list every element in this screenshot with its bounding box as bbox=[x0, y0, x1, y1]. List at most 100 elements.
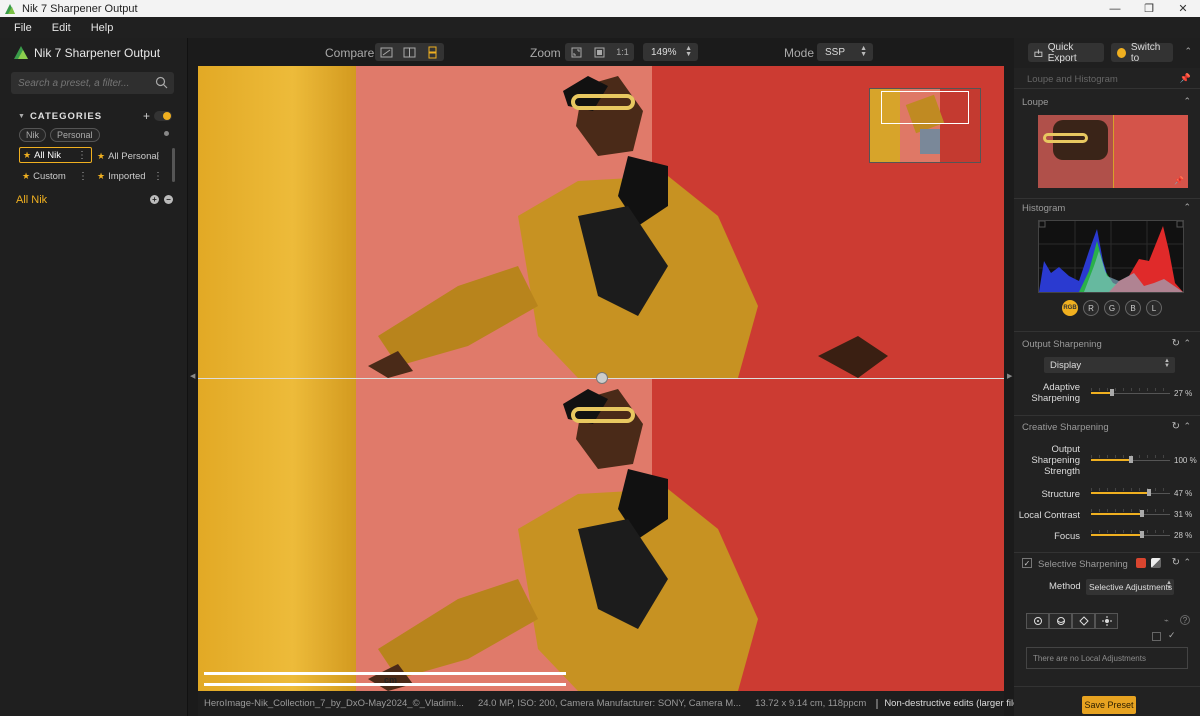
scale-ruler: cm bbox=[204, 670, 566, 688]
collapse-left-icon[interactable]: ◀ bbox=[190, 372, 195, 380]
compare-split-icon[interactable] bbox=[398, 43, 421, 61]
mode-select[interactable]: SSP ▲ ▼ bbox=[817, 43, 873, 61]
status-dimensions: 13.72 x 9.14 cm, 118ppcm bbox=[755, 698, 867, 709]
preset-custom[interactable]: ★ Custom ⋮ bbox=[22, 168, 88, 184]
chevron-up-icon[interactable]: ⌃ bbox=[1183, 557, 1191, 568]
compare-single-icon[interactable] bbox=[375, 43, 398, 61]
categories-toggle[interactable] bbox=[154, 111, 172, 121]
reset-icon[interactable]: ↻ bbox=[1172, 338, 1180, 349]
preview-after[interactable] bbox=[198, 379, 1004, 691]
color-swatch-icon[interactable] bbox=[1136, 558, 1146, 568]
switch-to-button[interactable]: Switch to bbox=[1111, 42, 1173, 64]
collapse-panel-icon[interactable]: ⌃ bbox=[1184, 46, 1192, 57]
add-category-icon[interactable]: + bbox=[143, 109, 150, 123]
close-button[interactable]: ✕ bbox=[1166, 0, 1200, 17]
minimize-button[interactable]: — bbox=[1098, 0, 1132, 17]
more-icon[interactable]: ⋮ bbox=[77, 150, 87, 161]
eye-point-icon[interactable] bbox=[1049, 613, 1072, 629]
categories-label: CATEGORIES bbox=[29, 111, 103, 122]
auto-mask-icon[interactable] bbox=[1095, 613, 1118, 629]
channel-g[interactable]: G bbox=[1104, 300, 1120, 316]
compare-stacked-icon[interactable] bbox=[421, 43, 444, 61]
menu-help[interactable]: Help bbox=[91, 22, 114, 34]
navigator-thumbnail[interactable] bbox=[869, 88, 981, 163]
channel-b[interactable]: B bbox=[1125, 300, 1141, 316]
brand-label: Nik 7 Sharpener Output bbox=[34, 46, 161, 60]
maximize-button[interactable]: ❐ bbox=[1132, 0, 1166, 17]
nik-logo-icon bbox=[14, 46, 28, 59]
pin-icon[interactable]: 📌 bbox=[1180, 73, 1191, 84]
filter-dot-icon[interactable] bbox=[164, 131, 169, 136]
zoom-select[interactable]: 149% ▲ ▼ bbox=[643, 43, 698, 61]
zoom-value: 149% bbox=[651, 46, 677, 58]
control-point-icon[interactable] bbox=[1026, 613, 1049, 629]
zoom-fill-icon[interactable] bbox=[588, 43, 611, 61]
method-label: Method bbox=[1049, 581, 1081, 592]
image-canvas[interactable]: cm bbox=[198, 66, 1004, 691]
mask-options-icon[interactable]: ⌁ bbox=[1164, 616, 1169, 625]
focus-slider[interactable] bbox=[1091, 530, 1170, 541]
navigator-viewport[interactable] bbox=[881, 91, 969, 124]
preset-imported[interactable]: ★ Imported ⋮ bbox=[97, 168, 163, 184]
more-icon[interactable]: ⋮ bbox=[153, 151, 163, 162]
zoom-group: 1:1 bbox=[565, 43, 634, 61]
channel-rgb[interactable]: RGB bbox=[1062, 300, 1078, 316]
collapse-right-icon[interactable]: ▶ bbox=[1007, 372, 1012, 380]
star-icon: ★ bbox=[97, 150, 106, 161]
mask-icon[interactable] bbox=[1151, 558, 1161, 568]
output-device-select[interactable]: Display ▲ ▼ bbox=[1044, 357, 1175, 373]
loupe-preview[interactable]: 📌 bbox=[1038, 115, 1188, 188]
chip-nik[interactable]: Nik bbox=[19, 128, 46, 142]
brush-icon[interactable] bbox=[1072, 613, 1095, 629]
remove-preset-icon[interactable]: − bbox=[164, 195, 173, 204]
menu-edit[interactable]: Edit bbox=[52, 22, 71, 34]
nondestructive-checkbox[interactable] bbox=[876, 698, 879, 709]
preset-all-personal[interactable]: ★ All Personal ⋮ bbox=[97, 148, 163, 164]
zoom-one-to-one[interactable]: 1:1 bbox=[611, 43, 634, 61]
channel-l[interactable]: L bbox=[1146, 300, 1162, 316]
reset-icon[interactable]: ↻ bbox=[1172, 421, 1180, 432]
method-select[interactable]: Selective Adjustments ▲ ▼ bbox=[1086, 579, 1174, 595]
selective-sharpening-checkbox[interactable]: ✓ bbox=[1022, 558, 1032, 568]
ruler-unit: cm bbox=[384, 675, 398, 685]
adaptive-sharpening-slider[interactable] bbox=[1091, 388, 1170, 399]
nondestructive-label: Non-destructive edits (larger files) bbox=[884, 698, 1027, 709]
loupe-pin-icon[interactable]: 📌 bbox=[1174, 176, 1184, 185]
zoom-fit-icon[interactable] bbox=[565, 43, 588, 61]
save-preset-button[interactable]: Save Preset bbox=[1082, 696, 1136, 714]
presets-scrollbar[interactable] bbox=[172, 148, 175, 182]
add-preset-icon[interactable]: + bbox=[150, 195, 159, 204]
selective-sharpening-title: Selective Sharpening bbox=[1038, 559, 1128, 570]
more-icon[interactable]: ⋮ bbox=[153, 171, 163, 182]
preview-before[interactable] bbox=[198, 66, 1004, 378]
preset-label: All Personal bbox=[108, 150, 159, 162]
chevron-up-icon[interactable]: ⌃ bbox=[1183, 421, 1191, 432]
structure-slider[interactable] bbox=[1091, 488, 1170, 499]
chevron-up-icon[interactable]: ⌃ bbox=[1183, 96, 1191, 107]
search-input[interactable] bbox=[18, 77, 148, 89]
output-strength-slider[interactable] bbox=[1091, 455, 1170, 466]
chevron-up-icon[interactable]: ⌃ bbox=[1183, 202, 1191, 213]
chip-personal[interactable]: Personal bbox=[50, 128, 100, 142]
histogram-graph bbox=[1038, 220, 1184, 293]
loupe-histogram-title: Loupe and Histogram bbox=[1027, 74, 1118, 85]
apply-check-icon[interactable]: ✓ bbox=[1168, 630, 1176, 641]
help-icon[interactable]: ? bbox=[1180, 615, 1190, 625]
menu-file[interactable]: File bbox=[14, 22, 32, 34]
preset-all-nik[interactable]: ★ All Nik ⋮ bbox=[19, 147, 92, 163]
status-filename: HeroImage-Nik_Collection_7_by_DxO-May202… bbox=[204, 698, 464, 709]
categories-header[interactable]: ▼ CATEGORIES + bbox=[18, 109, 172, 123]
chevron-up-icon[interactable]: ⌃ bbox=[1183, 338, 1191, 349]
quick-export-button[interactable]: Quick Export bbox=[1028, 42, 1104, 64]
export-icon bbox=[1034, 48, 1043, 57]
local-contrast-slider[interactable] bbox=[1091, 509, 1170, 520]
chevron-down-icon[interactable]: ▼ bbox=[18, 113, 25, 120]
local-contrast-label: Local Contrast bbox=[1018, 510, 1080, 521]
invert-mask-icon[interactable] bbox=[1152, 632, 1161, 641]
more-icon[interactable]: ⋮ bbox=[78, 171, 88, 182]
reset-icon[interactable]: ↻ bbox=[1172, 557, 1180, 568]
mode-value: SSP bbox=[825, 46, 846, 58]
search-icon[interactable] bbox=[155, 76, 168, 89]
split-handle-icon[interactable] bbox=[596, 372, 608, 384]
channel-r[interactable]: R bbox=[1083, 300, 1099, 316]
